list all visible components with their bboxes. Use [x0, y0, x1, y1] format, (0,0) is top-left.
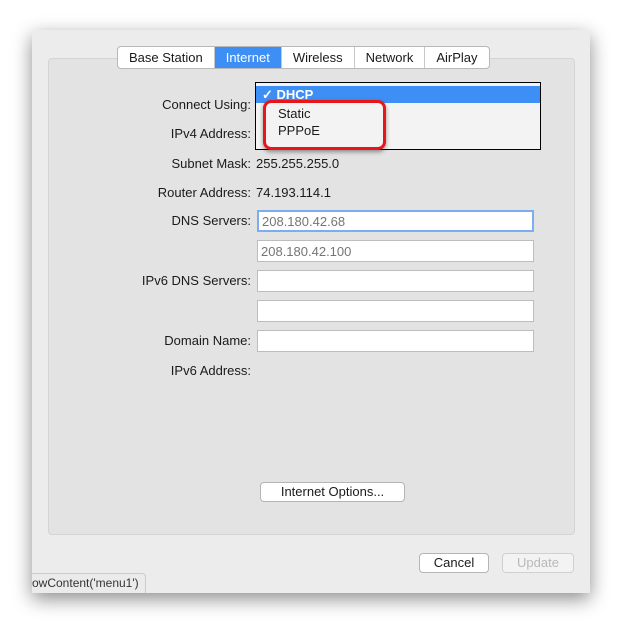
- router-label: Router Address:: [157, 185, 251, 200]
- router-value: 74.193.114.1: [256, 185, 331, 200]
- tab-internet[interactable]: Internet: [214, 47, 282, 68]
- connect-using-label: Connect Using:: [162, 97, 251, 112]
- domain-input[interactable]: [257, 330, 534, 352]
- cancel-button[interactable]: Cancel: [419, 553, 489, 573]
- dns1-input[interactable]: [257, 210, 534, 232]
- tab-bar: Base Station Internet Wireless Network A…: [117, 46, 490, 69]
- ipv6-dns1-input[interactable]: [257, 270, 534, 292]
- ipv6-dns-label: IPv6 DNS Servers:: [141, 273, 251, 288]
- ipv4-label: IPv4 Address:: [170, 126, 251, 141]
- tab-airplay[interactable]: AirPlay: [425, 47, 488, 68]
- internet-options-button[interactable]: Internet Options...: [260, 482, 405, 502]
- status-bar: owContent('menu1'): [32, 573, 146, 593]
- ipv6-dns2-input[interactable]: [257, 300, 534, 322]
- dns-label: DNS Servers:: [171, 213, 251, 228]
- subnet-label: Subnet Mask:: [171, 156, 252, 171]
- update-button[interactable]: Update: [502, 553, 574, 573]
- settings-window: Base Station Internet Wireless Network A…: [32, 30, 590, 593]
- ipv6-address-label: IPv6 Address:: [170, 363, 251, 378]
- tab-wireless[interactable]: Wireless: [282, 47, 355, 68]
- dns2-input[interactable]: [257, 240, 534, 262]
- tab-base-station[interactable]: Base Station: [118, 47, 215, 68]
- tab-network[interactable]: Network: [355, 47, 426, 68]
- subnet-value: 255.255.255.0: [256, 156, 340, 171]
- domain-label: Domain Name:: [164, 333, 251, 348]
- highlight-annotation: [263, 100, 386, 150]
